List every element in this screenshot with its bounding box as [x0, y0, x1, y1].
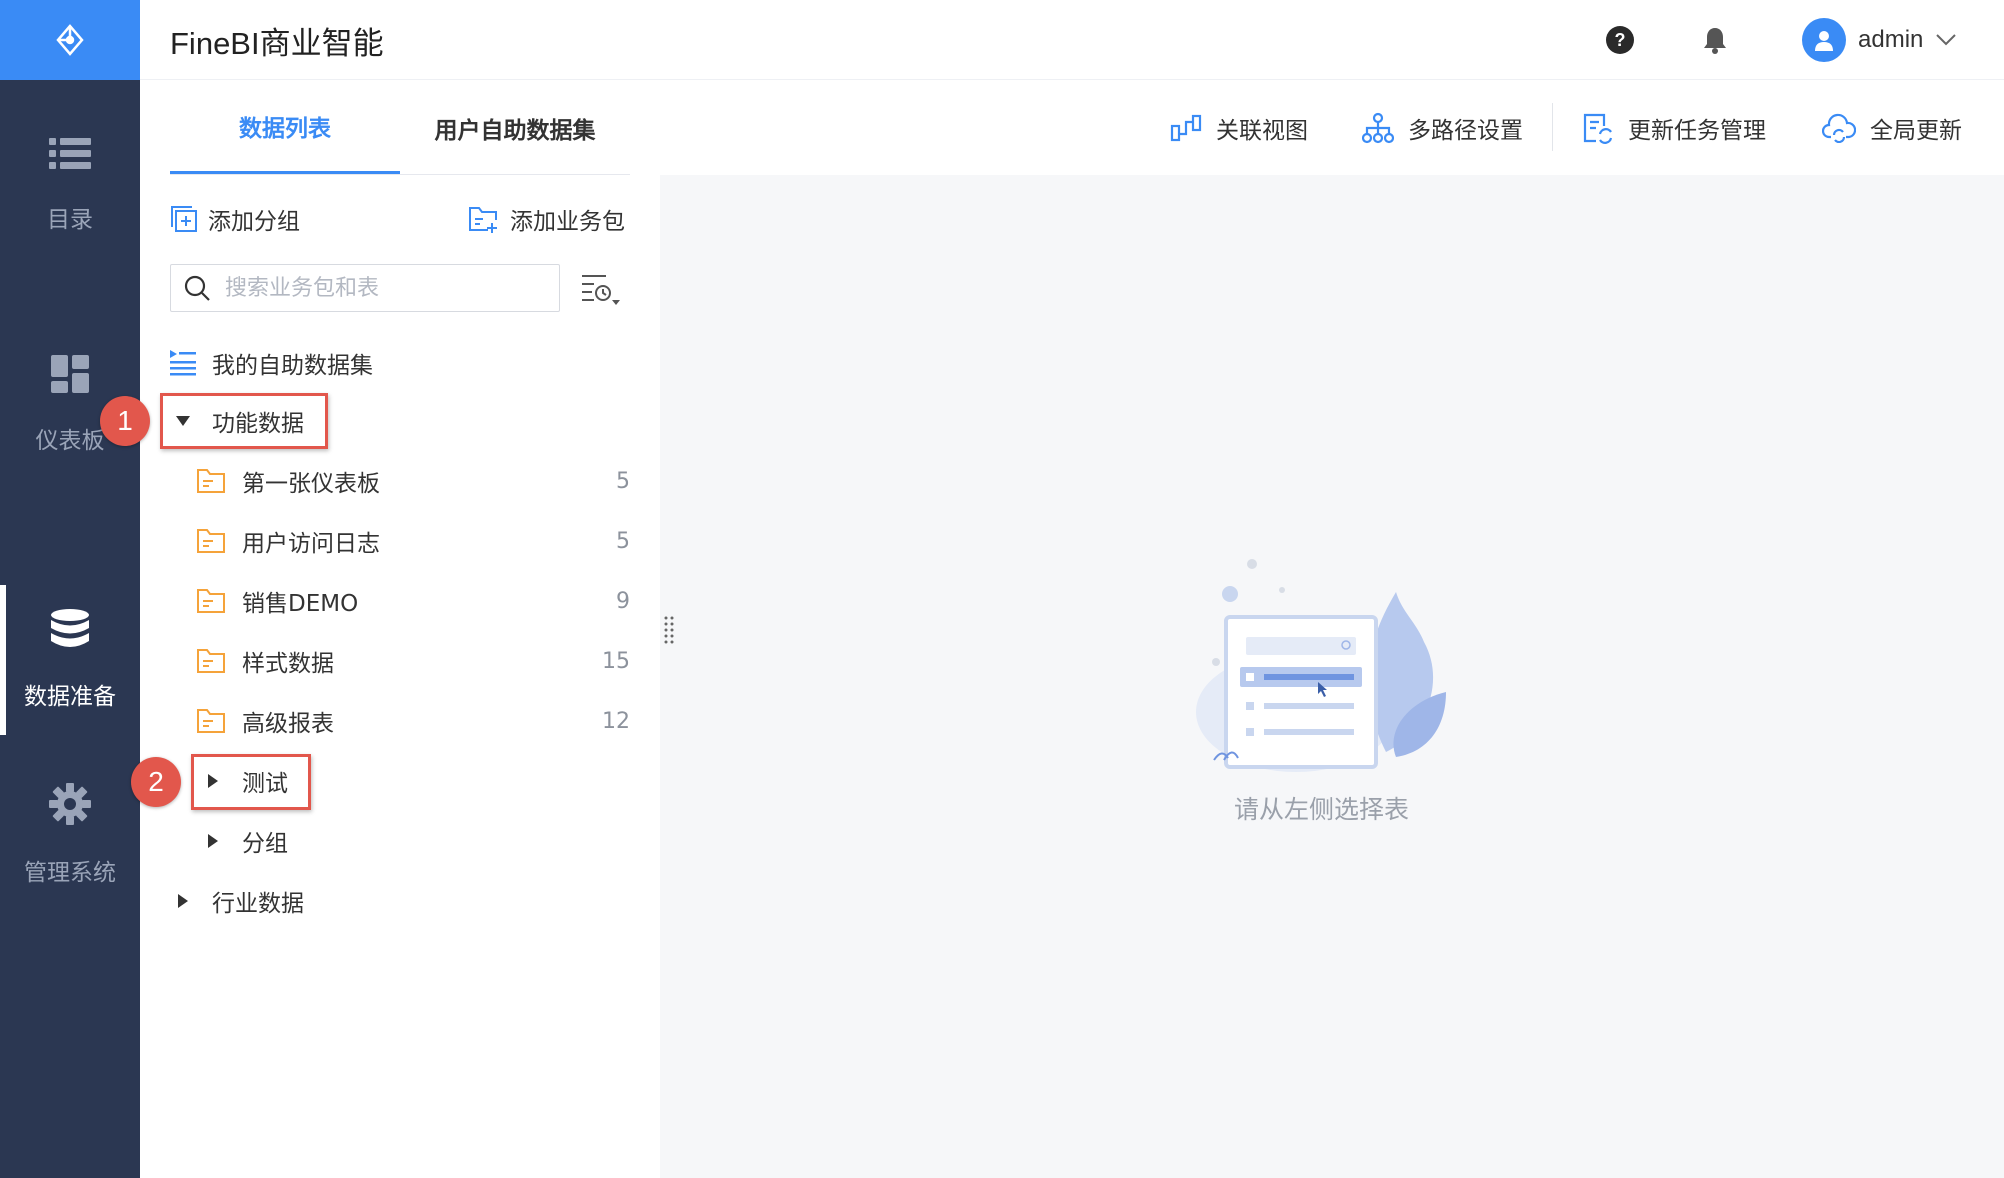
- top-header: FineBI商业智能 ? admin: [140, 0, 2004, 80]
- user-icon: [1815, 31, 1833, 51]
- multipath-label: 多路径设置: [1408, 118, 1523, 144]
- package-label: 高级报表: [242, 711, 334, 737]
- avatar: [1802, 18, 1846, 62]
- tree-group-label: 行业数据: [212, 891, 304, 917]
- global-update-button[interactable]: 全局更新: [1822, 105, 1962, 151]
- sidebar: 目录 仪表板 数据准备 管理系统: [0, 0, 140, 1178]
- my-dataset-item[interactable]: 我的自助数据集: [170, 335, 630, 391]
- package-count: 12: [602, 708, 630, 734]
- global-update-label: 全局更新: [1870, 118, 1962, 144]
- list-icon: [49, 138, 91, 169]
- caret-right-icon: [170, 893, 196, 909]
- search-input[interactable]: [225, 275, 525, 301]
- package-count: 15: [602, 648, 630, 674]
- gear-icon: [49, 783, 91, 825]
- update-task-button[interactable]: 更新任务管理: [1582, 105, 1766, 151]
- logo-icon: [56, 24, 84, 56]
- tree-subgroup-group[interactable]: 分组: [200, 813, 500, 869]
- add-group-icon: [171, 206, 197, 232]
- package-count: 5: [616, 528, 630, 554]
- package-label: 销售DEMO: [242, 591, 359, 617]
- multipath-button[interactable]: 多路径设置: [1362, 105, 1523, 151]
- cloud-refresh-icon: [1822, 113, 1856, 143]
- package-count: 5: [616, 468, 630, 494]
- package-count: 9: [616, 588, 630, 614]
- database-icon: [51, 609, 89, 647]
- update-task-icon: [1583, 113, 1613, 144]
- add-package-label: 添加业务包: [510, 209, 625, 235]
- folder-icon: [197, 529, 225, 553]
- sidebar-item-label: 管理系统: [24, 860, 116, 886]
- folder-icon: [197, 469, 225, 493]
- my-dataset-icon: [170, 350, 196, 376]
- resize-handle[interactable]: [664, 616, 674, 648]
- dashboard-icon: [51, 355, 89, 393]
- package-label: 用户访问日志: [242, 531, 380, 557]
- empty-state-illustration: [1196, 559, 1446, 772]
- sidebar-item-label: 目录: [47, 207, 93, 233]
- folder-icon: [197, 649, 225, 673]
- sidebar-item-label: 仪表板: [35, 428, 105, 454]
- caret-right-icon: [200, 833, 226, 849]
- bell-icon: [1704, 28, 1726, 54]
- logo[interactable]: [0, 0, 140, 80]
- add-package-icon: [469, 207, 497, 233]
- add-package-button[interactable]: 添加业务包: [468, 202, 625, 236]
- tab-data-list[interactable]: 数据列表: [170, 80, 400, 175]
- sort-filter-icon: [582, 275, 620, 305]
- sidebar-item-admin[interactable]: 管理系统: [0, 760, 140, 910]
- tab-divider: [170, 174, 630, 175]
- annotation-box-1: [160, 393, 328, 449]
- annotation-step-2: 2: [131, 757, 181, 807]
- user-name: admin: [1858, 26, 1924, 53]
- relation-view-label: 关联视图: [1216, 118, 1308, 144]
- sidebar-item-data-prep[interactable]: 数据准备: [0, 585, 140, 735]
- search-box: [170, 264, 560, 312]
- sort-filter-button[interactable]: [578, 270, 624, 310]
- update-task-label: 更新任务管理: [1628, 118, 1766, 144]
- tab-user-dataset[interactable]: 用户自助数据集: [400, 80, 630, 175]
- notification-button[interactable]: [1697, 22, 1733, 58]
- tree-package-item[interactable]: 高级报表 12: [196, 693, 630, 749]
- package-label: 第一张仪表板: [242, 471, 380, 497]
- app-title: FineBI商业智能: [170, 26, 384, 61]
- add-group-button[interactable]: 添加分组: [170, 202, 300, 236]
- annotation-box-2: [191, 754, 311, 810]
- folder-icon: [197, 589, 225, 613]
- sidebar-item-catalog[interactable]: 目录: [0, 110, 140, 260]
- svg-text:?: ?: [1615, 30, 1626, 50]
- my-dataset-label: 我的自助数据集: [212, 353, 373, 379]
- relation-view-icon: [1170, 114, 1202, 142]
- sidebar-item-label: 数据准备: [24, 684, 116, 710]
- annotation-step-1: 1: [100, 396, 150, 446]
- drag-handle-icon: [664, 616, 674, 644]
- tree-package-item[interactable]: 第一张仪表板 5: [196, 453, 630, 509]
- toolbar-separator: [1552, 103, 1553, 151]
- tree-group-industry-data[interactable]: 行业数据: [170, 873, 630, 929]
- help-icon: ?: [1606, 26, 1634, 54]
- user-menu[interactable]: admin: [1802, 18, 1957, 62]
- tree-package-item[interactable]: 用户访问日志 5: [196, 513, 630, 569]
- search-icon: [184, 275, 210, 301]
- relation-view-button[interactable]: 关联视图: [1170, 105, 1308, 151]
- subgroup-label: 分组: [242, 831, 288, 857]
- empty-state-text: 请从左侧选择表: [1234, 795, 1410, 824]
- multipath-icon: [1362, 112, 1394, 144]
- tree-package-item[interactable]: 销售DEMO 9: [196, 573, 630, 629]
- help-button[interactable]: ?: [1602, 22, 1638, 58]
- package-label: 样式数据: [242, 651, 334, 677]
- folder-icon: [197, 709, 225, 733]
- chevron-down-icon: [1936, 34, 1957, 46]
- tree-package-item[interactable]: 样式数据 15: [196, 633, 630, 689]
- add-group-label: 添加分组: [208, 209, 300, 235]
